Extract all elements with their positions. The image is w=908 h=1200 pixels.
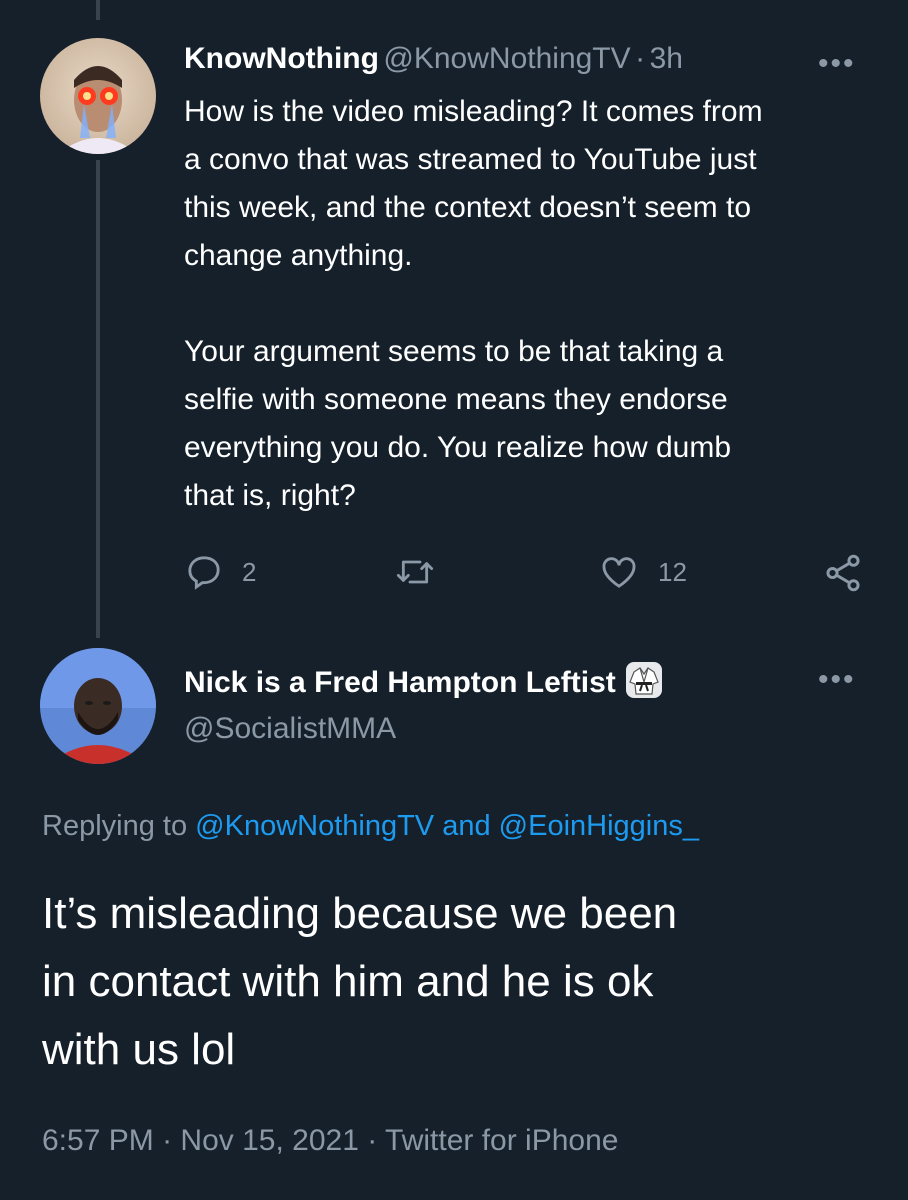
replying-to-prefix: Replying to — [42, 810, 188, 842]
thread-line-top — [96, 0, 100, 20]
parent-handle[interactable]: @KnowNothingTV — [383, 42, 630, 75]
retweet-button[interactable] — [394, 552, 436, 592]
retweet-icon — [394, 552, 436, 592]
reply-count: 2 — [242, 556, 257, 587]
tweet-time[interactable]: 6:57 PM — [42, 1124, 154, 1157]
socialistmma-avatar[interactable] — [40, 648, 156, 764]
main-tweet-text: It’s misleading because we been in conta… — [42, 889, 678, 1074]
reply-button[interactable]: 2 — [184, 552, 256, 592]
replying-to-eoinhiggins-link[interactable]: @EoinHiggins_ — [499, 810, 699, 842]
share-icon — [822, 552, 864, 594]
like-count: 12 — [658, 556, 687, 587]
parent-tweet-header: KnowNothing @KnowNothingTV · 3h — [184, 42, 683, 76]
thread-connector-line — [96, 160, 100, 638]
parent-more-menu-icon[interactable]: ••• — [818, 49, 856, 79]
share-button[interactable] — [822, 552, 864, 594]
parent-timestamp[interactable]: 3h — [650, 42, 683, 75]
heart-icon — [598, 552, 640, 592]
reply-icon — [184, 552, 224, 592]
like-button[interactable]: 12 — [598, 552, 687, 592]
replying-to-and[interactable]: and — [442, 810, 490, 842]
main-tweet-name-row: Nick is a Fred Hampton Leftist — [184, 660, 664, 705]
tweet-date[interactable]: Nov 15, 2021 — [180, 1124, 358, 1157]
parent-display-name[interactable]: KnowNothing — [184, 42, 379, 75]
tweet-source[interactable]: Twitter for iPhone — [385, 1124, 618, 1157]
knownothing-avatar[interactable] — [40, 38, 156, 154]
main-handle[interactable]: @SocialistMMA — [184, 712, 396, 746]
tweet-metadata: 6:57 PM · Nov 15, 2021 · Twitter for iPh… — [42, 1124, 618, 1158]
meta-separator-1: · — [162, 1124, 173, 1157]
replying-to-line: Replying to @KnowNothingTV and @EoinHigg… — [42, 810, 699, 843]
meta-separator-2: · — [367, 1124, 378, 1157]
parent-separator: · — [635, 42, 646, 75]
main-display-name[interactable]: Nick is a Fred Hampton Leftist — [184, 666, 616, 700]
main-more-menu-icon[interactable]: ••• — [818, 665, 856, 695]
martial-arts-uniform-icon — [624, 660, 664, 705]
replying-to-knownothingtv-link[interactable]: @KnowNothingTV — [195, 810, 434, 842]
parent-tweet-text: How is the video misleading? It comes fr… — [184, 95, 763, 512]
